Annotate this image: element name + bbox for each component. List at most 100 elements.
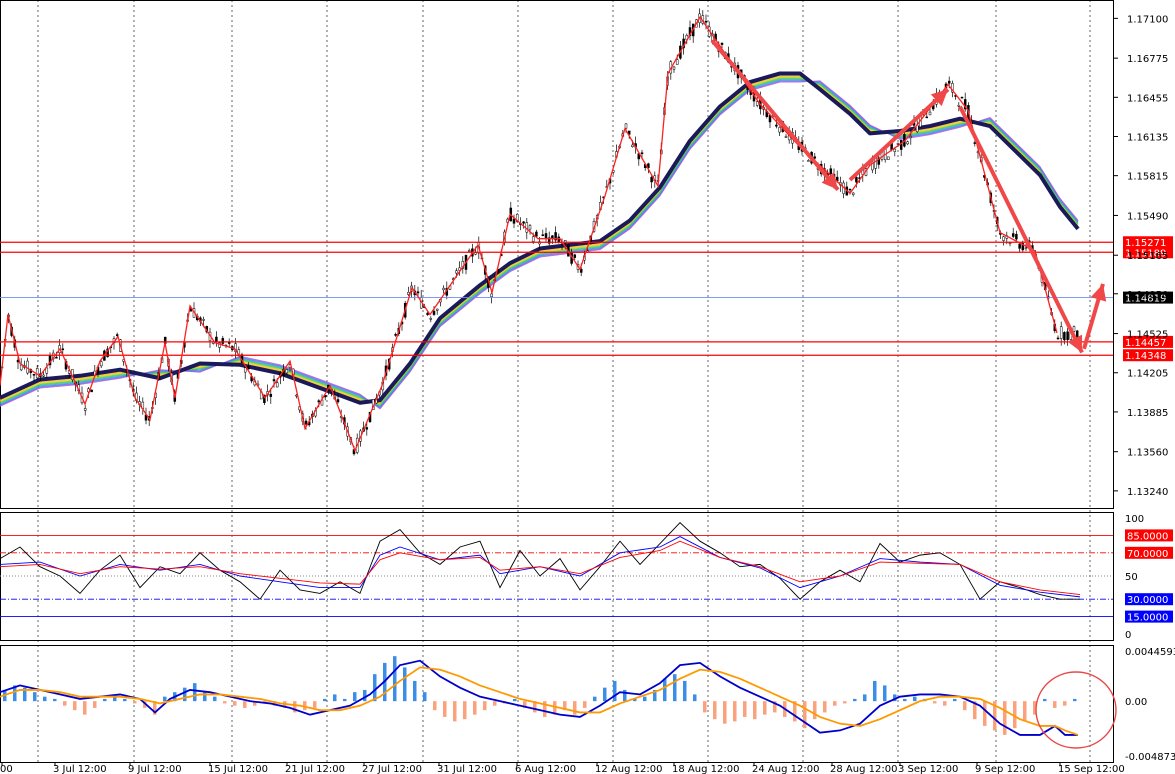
candle-body xyxy=(99,361,103,367)
pane-frame xyxy=(0,645,1114,763)
macd-histogram-bar xyxy=(743,701,747,717)
candle-body xyxy=(304,420,308,425)
macd-histogram-bar xyxy=(963,701,967,711)
macd-histogram-bar xyxy=(943,701,947,706)
price-tick-label: 1.14525 xyxy=(1127,330,1168,341)
macd-histogram-bar xyxy=(683,680,687,702)
candle-body xyxy=(243,367,247,373)
macd-histogram-bar xyxy=(33,692,37,702)
candle-body xyxy=(275,382,279,388)
macd-histogram-bar xyxy=(463,701,467,720)
macd-histogram-bar xyxy=(613,680,617,702)
candle-body xyxy=(202,319,205,321)
candle-body xyxy=(490,293,493,298)
candle-body xyxy=(557,236,561,243)
zigzag-layer xyxy=(0,15,1107,453)
macd-histogram-bar xyxy=(1003,701,1007,735)
candle-body xyxy=(467,250,471,252)
price-levels: 1.152711.151891.144571.143481.14819 xyxy=(0,236,1173,362)
candle-body xyxy=(365,427,369,430)
candle-body xyxy=(272,379,276,382)
macd-tick-label: 0.00 xyxy=(1125,697,1147,708)
candle-body xyxy=(432,310,436,315)
macd-histogram-bar xyxy=(713,701,717,720)
macd-histogram-bar xyxy=(473,701,477,715)
candle-body xyxy=(973,142,977,144)
time-tick-label: 3 Sep 12:00 xyxy=(898,764,958,774)
macd-tick-label: 0.0044593 xyxy=(1125,647,1175,658)
time-tick-label: 3 Jul 12:00 xyxy=(53,764,107,774)
time-tick-label: 12 Aug 12:00 xyxy=(595,764,662,774)
candle-body xyxy=(672,66,676,70)
candle-body xyxy=(336,399,340,403)
candles-layer xyxy=(0,8,1079,456)
macd-histogram-bar xyxy=(903,698,907,702)
candle-body xyxy=(813,156,817,159)
macd-histogram-bar xyxy=(583,701,587,708)
macd-histogram-bar xyxy=(1063,701,1067,706)
macd-histogram-bar xyxy=(483,701,487,711)
macd-histogram-bar xyxy=(1043,698,1047,702)
macd-histogram-bar xyxy=(823,701,827,713)
highlight-circle xyxy=(1035,671,1117,749)
macd-histogram-bar xyxy=(333,694,337,702)
pane-frame xyxy=(0,512,1114,641)
price-tick-label: 1.13885 xyxy=(1127,408,1168,419)
osc-level-label: 85.0000 xyxy=(1127,531,1168,542)
macd-histogram-bar xyxy=(423,692,427,702)
macd-histogram-bar xyxy=(43,696,47,702)
macd-histogram-bar xyxy=(663,678,667,702)
candle-body xyxy=(1024,247,1028,250)
macd-histogram-bar xyxy=(813,701,817,720)
candle-body xyxy=(1018,243,1021,249)
time-tick-label: 31 Jul 12:00 xyxy=(437,764,497,774)
macd-histogram-bar xyxy=(123,698,127,702)
price-tick-label: 1.15165 xyxy=(1127,251,1168,262)
macd-histogram-bar xyxy=(873,680,877,702)
trading-chart[interactable]: 1.152711.151891.144571.143481.14819 85.0… xyxy=(0,0,1175,774)
candle-body xyxy=(631,144,634,148)
macd-histogram-bar xyxy=(513,698,517,702)
candle-body xyxy=(784,136,788,138)
candle-body xyxy=(848,188,852,191)
macd-histogram-bar xyxy=(833,701,837,706)
candle-body xyxy=(1056,337,1060,340)
macd-histogram-bar xyxy=(913,696,917,702)
time-tick-label: 21 Jul 12:00 xyxy=(285,764,345,774)
candle-body xyxy=(675,59,679,65)
macd-histogram-bar xyxy=(83,701,87,715)
candle-body xyxy=(1015,233,1018,240)
candle-body xyxy=(1008,242,1012,245)
candle-body xyxy=(394,334,397,336)
price-tick-label: 1.13240 xyxy=(1127,487,1168,498)
macd-histogram-bar xyxy=(73,701,77,711)
candle-body xyxy=(544,233,548,239)
macd-histogram-bar xyxy=(53,698,57,702)
candle-body xyxy=(906,141,909,145)
price-tick-label: 1.16455 xyxy=(1127,93,1168,104)
candle-body xyxy=(573,254,577,258)
macd-histogram-bar xyxy=(363,689,367,702)
macd-histogram-bar xyxy=(393,656,397,702)
candle-body xyxy=(42,374,45,377)
macd-pane: 0.0044593 0.00 -0.0048737 xyxy=(0,647,1175,763)
candle-body xyxy=(541,234,545,236)
time-tick-label: 28 Aug 12:00 xyxy=(830,764,897,774)
candle-body xyxy=(407,292,410,295)
price-tick-label: 1.13560 xyxy=(1127,448,1168,459)
osc-level-label: 15.0000 xyxy=(1127,613,1168,624)
candle-body xyxy=(429,318,433,320)
trend-arrow xyxy=(848,87,950,182)
candle-body xyxy=(61,348,65,351)
macd-histogram-bar xyxy=(843,701,847,704)
time-tick-label: 15 Sep 12:00 xyxy=(1058,764,1125,774)
macd-histogram-bar xyxy=(63,701,67,706)
candle-body xyxy=(285,369,289,374)
candle-body xyxy=(221,338,225,344)
macd-histogram-bar xyxy=(753,701,757,720)
macd-histogram-bar xyxy=(133,701,137,704)
macd-histogram-bar xyxy=(163,696,167,702)
candle-body xyxy=(909,136,913,138)
candle-body xyxy=(855,177,858,183)
macd-histogram-bar xyxy=(933,701,937,704)
